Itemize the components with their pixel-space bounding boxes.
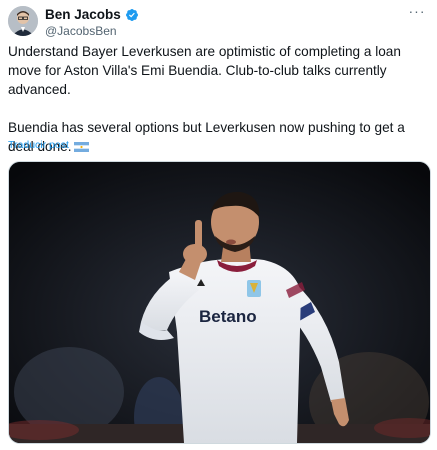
tweet-media-image[interactable]: Betano xyxy=(8,161,431,444)
jersey-sponsor-text: Betano xyxy=(199,307,257,326)
translate-post-link[interactable]: Traducir post xyxy=(8,139,69,151)
author-handle[interactable]: @JacobsBen xyxy=(45,24,117,38)
avatar[interactable] xyxy=(8,6,38,36)
argentina-flag-icon xyxy=(73,142,89,152)
author-name-row[interactable]: Ben Jacobs xyxy=(45,7,139,22)
author-name[interactable]: Ben Jacobs xyxy=(45,7,121,22)
football-player-photo: Betano xyxy=(9,162,430,443)
verified-badge-icon xyxy=(125,8,138,21)
tweet-paragraph-1: Understand Bayer Leverkusen are optimist… xyxy=(8,44,401,97)
tweet-text: Understand Bayer Leverkusen are optimist… xyxy=(8,42,433,156)
more-options-icon[interactable]: ··· xyxy=(407,4,427,20)
tweet-paragraph-2-wrap: Buendia has several options but Leverkus… xyxy=(8,118,433,156)
avatar-image xyxy=(8,6,38,36)
